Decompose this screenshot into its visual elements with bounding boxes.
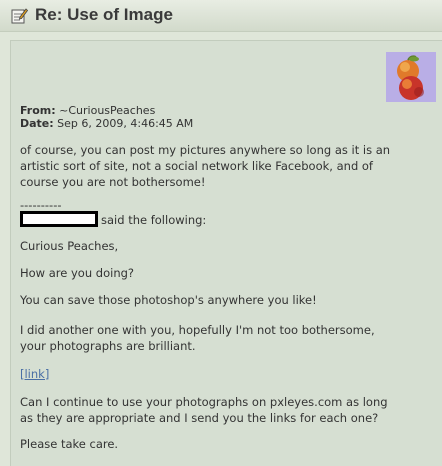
message-title: Re: Use of Image: [35, 5, 173, 24]
quote-line: Can I continue to use your photographs o…: [20, 395, 388, 409]
redacted-username: [20, 211, 98, 227]
quote-line: You can save those photoshop's anywhere …: [20, 293, 317, 307]
from-line: From: ~CuriousPeaches: [20, 104, 193, 117]
reply-line: artistic sort of site, not a social netw…: [20, 159, 373, 173]
from-label: From:: [20, 104, 56, 117]
from-value[interactable]: ~CuriousPeaches: [59, 104, 155, 117]
reply-text: of course, you can post my pictures anyw…: [20, 142, 438, 190]
quote-link-line: [link]: [20, 366, 438, 382]
quote-line: I did another one with you, hopefully I'…: [20, 323, 375, 337]
date-value: Sep 6, 2009, 4:46:45 AM: [57, 117, 194, 130]
message-title-bar: Re: Use of Image: [0, 0, 442, 32]
quote-line: Please take care.: [20, 437, 119, 451]
reply-line: of course, you can post my pictures anyw…: [20, 143, 391, 157]
date-label: Date:: [20, 117, 54, 130]
image-link[interactable]: [link]: [20, 367, 49, 381]
message-header: From: ~CuriousPeaches Date: Sep 6, 2009,…: [20, 104, 193, 130]
quote-attribution: said the following:: [20, 211, 438, 228]
quote-line: as they are appropriate and I send you t…: [20, 411, 379, 425]
said-following-text: said the following:: [101, 213, 207, 227]
quote-greeting: Curious Peaches,: [20, 239, 119, 253]
quote-paragraph: I did another one with you, hopefully I'…: [20, 322, 438, 354]
quote-line: How are you doing?: [20, 266, 135, 280]
date-line: Date: Sep 6, 2009, 4:46:45 AM: [20, 117, 193, 130]
peaches-avatar[interactable]: [386, 52, 436, 102]
message-window: Re: Use of Image From: ~CuriousPeaches D…: [0, 0, 442, 466]
peach-image-icon: [386, 52, 436, 102]
quote-line: your photographs are brilliant.: [20, 339, 196, 353]
reply-line: course you are not bothersome!: [20, 175, 206, 189]
quote-paragraph: Can I continue to use your photographs o…: [20, 394, 438, 426]
edit-note-icon: [11, 8, 28, 24]
